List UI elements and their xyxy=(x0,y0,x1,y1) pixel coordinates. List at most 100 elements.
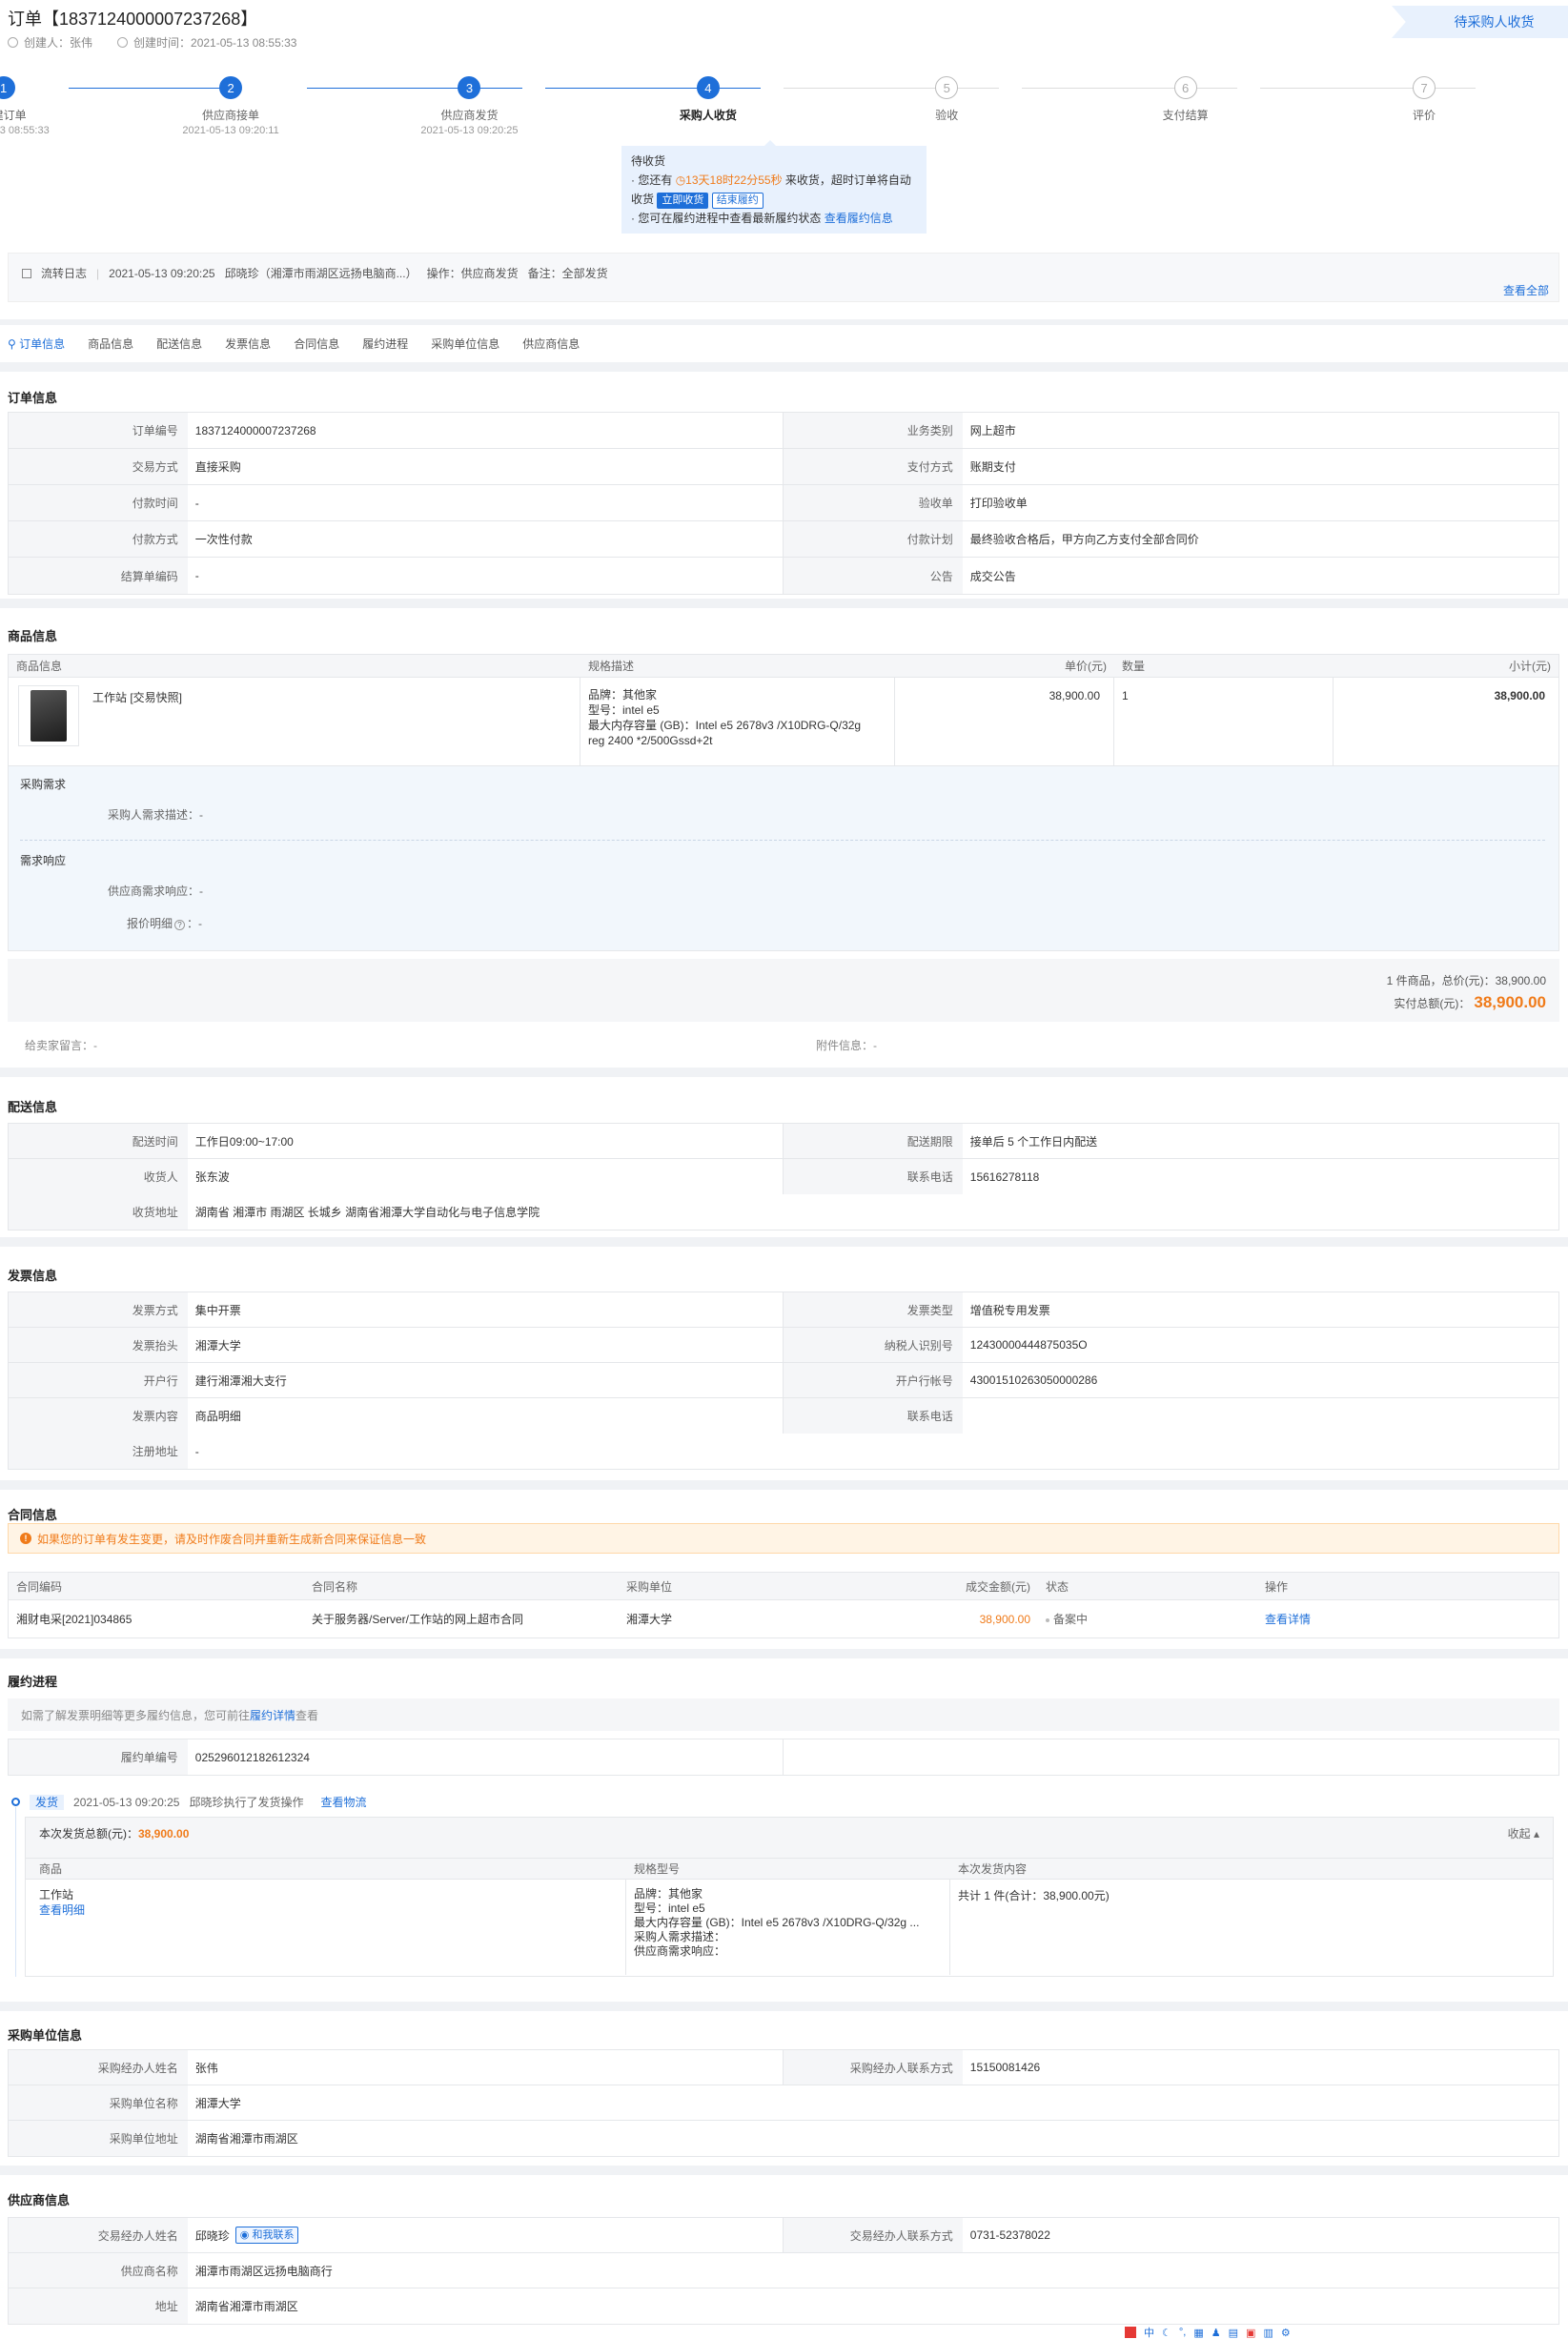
product-price: 38,900.00 xyxy=(895,678,1114,765)
ime-toolbar[interactable]: 中 ☾ °, ▦ ♟ ▤ ▣ ▥ ⚙ xyxy=(1125,2326,1291,2339)
ime-lang[interactable]: 中 xyxy=(1144,2325,1154,2339)
col-qty: 数量 xyxy=(1122,660,1146,673)
tab-3[interactable]: 发票信息 xyxy=(225,336,282,352)
fulfill-detail-link[interactable]: 履约详情 xyxy=(250,1707,295,1723)
log-who: 邱晓珍（湘潭市雨湖区远扬电脑商...） xyxy=(224,267,417,280)
order-info-table: 订单编号 1837124000007237268 业务类别 网上超市 交易方式 直接采购支… xyxy=(8,412,1559,595)
tab-7[interactable]: 供应商信息 xyxy=(522,336,591,352)
log-label: 流转日志 xyxy=(41,267,88,280)
kv-key: 发票类型 xyxy=(784,1292,963,1327)
end-fulfill-button[interactable]: 结束履约 xyxy=(711,193,764,209)
step-number: 1 xyxy=(0,76,15,99)
supplier-name: 湘潭市雨湖区远扬电脑商行 xyxy=(194,2264,333,2278)
contract-code: 湘财电采[2021]034865 xyxy=(16,1613,132,1626)
kv-row: 付款时间 - 验收单 打印验收单 xyxy=(9,485,1558,521)
register-address: - xyxy=(194,1444,199,1458)
kv-link[interactable]: 打印验收单 xyxy=(963,485,1558,520)
section-title-supplier: 供应商信息 xyxy=(8,2193,71,2207)
fulfill-no[interactable]: 025296012182612324 xyxy=(188,1739,784,1775)
section-title-buyer: 采购单位信息 xyxy=(8,2028,83,2043)
flow-log: 流转日志 | 2021-05-13 09:20:25 邱晓珍（湘潭市雨湖区远扬电… xyxy=(8,253,1559,302)
toolbox-icon[interactable]: ▥ xyxy=(1263,2327,1273,2339)
punct-icon[interactable]: °, xyxy=(1179,2327,1186,2338)
simplified-icon[interactable]: ▤ xyxy=(1229,2327,1238,2339)
contract-status: 备案中 xyxy=(1038,1611,1257,1627)
tab-2[interactable]: 配送信息 xyxy=(156,336,214,352)
kv-value: 建行湘潭湘大支行 xyxy=(188,1363,784,1397)
col-spec: 规格描述 xyxy=(588,660,635,673)
settings-icon[interactable]: ⚙ xyxy=(1281,2327,1291,2339)
kv-key: 业务类别 xyxy=(784,413,963,448)
skin-icon[interactable]: ▣ xyxy=(1246,2327,1255,2339)
user-icon[interactable]: ♟ xyxy=(1212,2327,1221,2339)
order-title: 订单【1837124000007237268】 xyxy=(8,10,258,29)
keyboard-icon[interactable]: ▦ xyxy=(1193,2327,1203,2339)
kv-value: 直接采购 xyxy=(188,449,784,484)
view-logistics-link[interactable]: 查看物流 xyxy=(320,1794,366,1810)
kv-key: 支付方式 xyxy=(784,449,963,484)
section-title-delivery: 配送信息 xyxy=(8,1100,58,1114)
product-subtotal: 38,900.00 xyxy=(1494,689,1545,702)
contact-me-button[interactable]: ◉ 和我联系 xyxy=(234,2227,299,2244)
warning-icon: ! xyxy=(20,1533,31,1544)
receive-now-button[interactable]: 立即收货 xyxy=(657,193,709,209)
user-icon xyxy=(8,37,18,48)
step-number: 3 xyxy=(458,76,481,99)
kv-key: 付款计划 xyxy=(784,521,963,557)
buyer-unit: 湘潭大学 xyxy=(194,2096,241,2110)
buyer-name: 张伟 xyxy=(188,2050,784,2085)
kv-key: 订单编号 xyxy=(9,413,188,448)
kv-value: 43001510263050000286 xyxy=(969,1373,1098,1387)
shipment-panel: 本次发货总额(元)：38,900.00 收起 ▴ 商品 规格型号 本次发货内容 … xyxy=(25,1817,1554,1977)
view-goods-detail-link[interactable]: 查看明细 xyxy=(39,1902,618,1918)
shipment-content: 共计 1 件(合计：38,900.00元) xyxy=(958,1889,1110,1902)
invoice-table: 发票方式 集中开票 发票类型 增值税专用发票 发票抬头 湘潭大学 纳税人识别号 1243000… xyxy=(8,1292,1559,1470)
kv-value: 接单后 5 个工作日内配送 xyxy=(969,1134,1098,1149)
log-action: 操作：供应商发货 xyxy=(426,267,519,280)
moon-icon[interactable]: ☾ xyxy=(1162,2327,1171,2339)
kv-link[interactable]: 商品明细 xyxy=(188,1398,784,1434)
kv-key: 验收单 xyxy=(784,485,963,520)
attachment-info: 附件信息：- xyxy=(816,1039,878,1052)
tab-4[interactable]: 合同信息 xyxy=(294,336,351,352)
kv-row: 发票方式 集中开票 发票类型 增值税专用发票 xyxy=(9,1292,1558,1328)
kv-value: 集中开票 xyxy=(188,1292,784,1327)
delivery-table: 配送时间 工作日09:00~17:00 配送期限 接单后 5 个工作日内配送 收货人 张东… xyxy=(8,1123,1559,1231)
collapse-toggle[interactable]: 收起 ▴ xyxy=(1508,1825,1539,1841)
order-meta: 创建人：张伟 创建时间：2021-05-13 08:55:33 xyxy=(8,34,296,51)
resp-desc: 供应商需求响应：- xyxy=(108,885,204,898)
status-badge: 待采购人收货 xyxy=(1392,6,1568,38)
view-all-link[interactable]: 查看全部 xyxy=(1503,282,1549,298)
kv-link[interactable]: 成交公告 xyxy=(963,558,1558,594)
tab-5[interactable]: 履约进程 xyxy=(362,336,419,352)
clock-icon: ◷ xyxy=(675,173,686,187)
kv-key: 联系电话 xyxy=(784,1159,963,1194)
kv-row: 发票抬头 湘潭大学 纳税人识别号 12430000444875035O xyxy=(9,1328,1558,1363)
step-2: 2 供应商接单 2021-05-13 09:20:11 xyxy=(116,76,345,136)
view-fulfill-link[interactable]: 查看履约信息 xyxy=(825,212,893,225)
tab-0[interactable]: ⚲ 订单信息 xyxy=(8,336,76,352)
step-number: 5 xyxy=(935,76,959,99)
supplier-table: 交易经办人姓名 邱晓珍 ◉ 和我联系 交易经办人联系方式 0731-5237802… xyxy=(8,2217,1559,2325)
kv-key: 开户行 xyxy=(9,1363,188,1397)
section-title-goods: 商品信息 xyxy=(8,629,58,643)
tab-6[interactable]: 采购单位信息 xyxy=(431,336,511,352)
shipment-total: 本次发货总额(元)：38,900.00 xyxy=(39,1827,190,1841)
clock-icon xyxy=(117,37,129,48)
supplier-contact: 邱晓珍 ◉ 和我联系 xyxy=(188,2218,784,2252)
supplier-address: 湖南省湘潭市雨湖区 xyxy=(194,2300,298,2313)
product-image[interactable] xyxy=(18,685,79,746)
tab-1[interactable]: 商品信息 xyxy=(88,336,145,352)
kv-key: 发票内容 xyxy=(9,1398,188,1434)
step-number: 6 xyxy=(1173,76,1197,99)
buyer-table: 采购经办人姓名 张伟 采购经办人联系方式 15150081426 采购单位名称 … xyxy=(8,2049,1559,2157)
popup-title: 待收货 xyxy=(631,154,666,168)
kv-value: 增值税专用发票 xyxy=(969,1303,1050,1317)
delivery-address: 湖南省 湘潭市 雨湖区 长城乡 湖南省湘潭大学自动化与电子信息学院 xyxy=(194,1206,540,1219)
product-name[interactable]: 工作站 [交易快照] xyxy=(92,689,182,705)
kv-value: 最终验收合格后，甲方向乙方支付全部合同价 xyxy=(969,533,1199,546)
delivery-address-row: 收货地址 湖南省 湘潭市 雨湖区 长城乡 湖南省湘潭大学自动化与电子信息学院 xyxy=(9,1194,1558,1230)
kv-row: 开户行 建行湘潭湘大支行 开户行帐号 43001510263050000286 xyxy=(9,1363,1558,1398)
help-icon[interactable]: ? xyxy=(174,920,186,930)
view-contract-link[interactable]: 查看详情 xyxy=(1257,1611,1558,1627)
